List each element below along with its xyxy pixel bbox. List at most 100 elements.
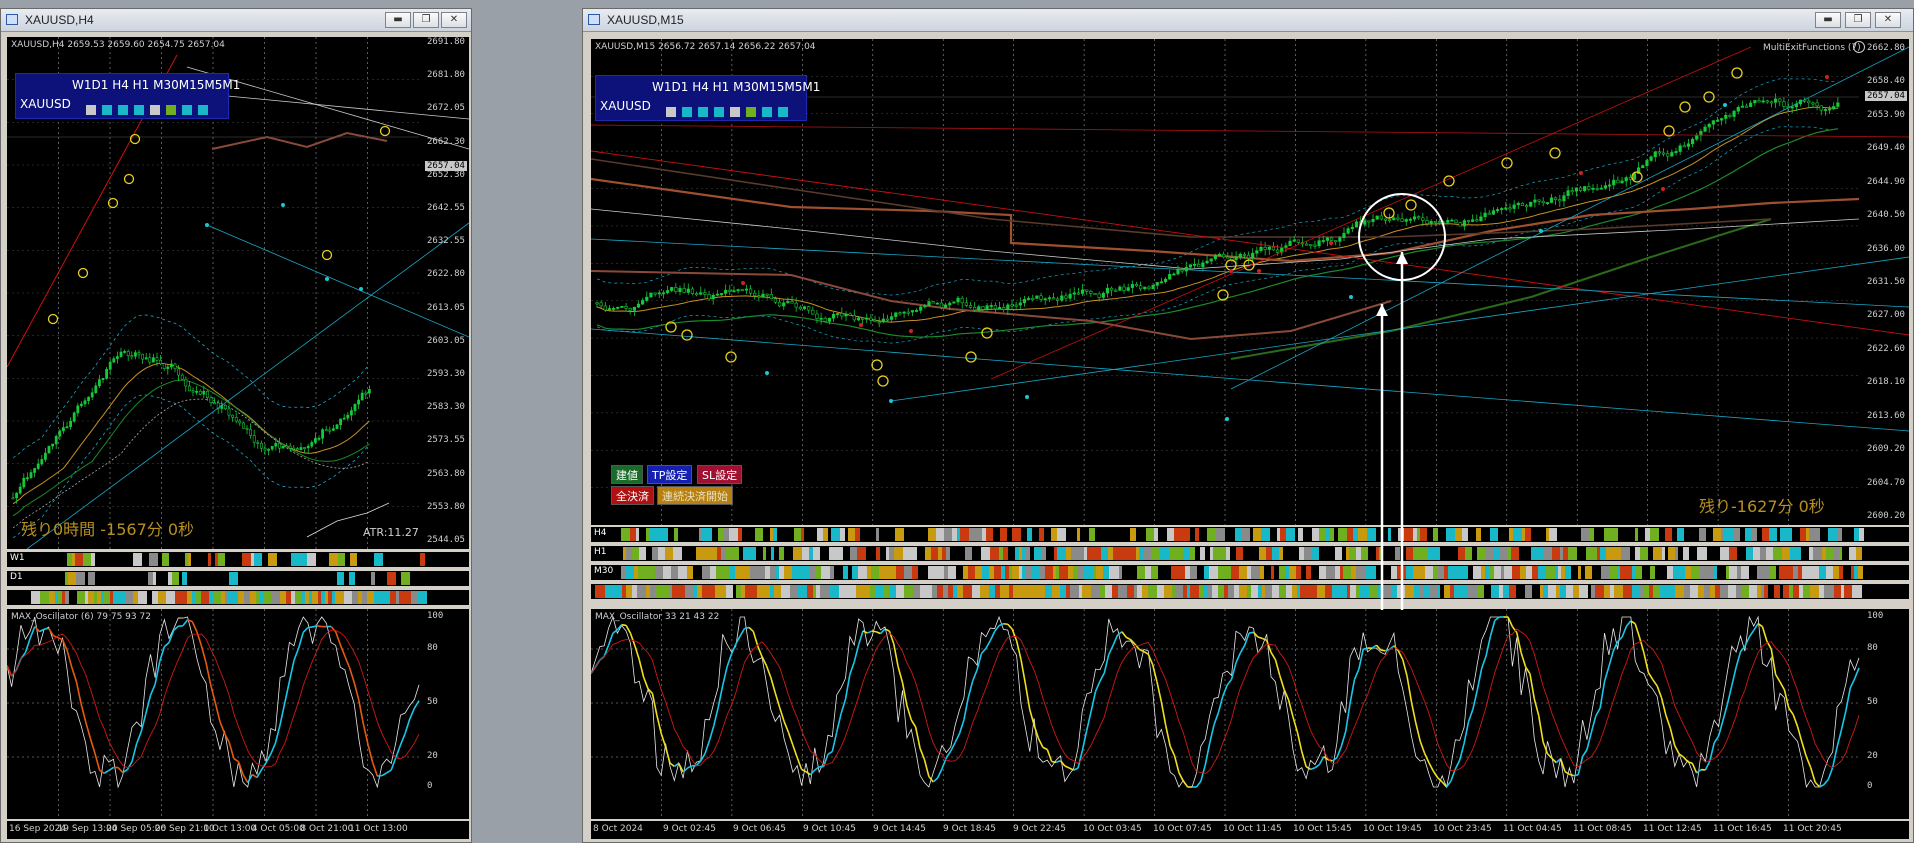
strip-segment — [1462, 528, 1468, 541]
candle-body — [328, 429, 332, 432]
strip-segment — [781, 585, 790, 598]
candle-body — [1404, 219, 1408, 222]
oscillator-main — [145, 695, 152, 714]
minimize-button[interactable]: ▬ — [1815, 12, 1841, 28]
strip-segment — [1513, 528, 1522, 541]
strip-segment — [31, 591, 40, 604]
oscillator-main — [682, 767, 689, 773]
candle-body — [993, 305, 998, 310]
restore-button[interactable]: ❐ — [413, 12, 439, 28]
close-button[interactable]: ✕ — [1875, 12, 1901, 28]
candle-body — [1151, 285, 1155, 290]
strip-segment — [1325, 585, 1332, 598]
strip-segment — [948, 566, 956, 579]
strip-segment — [1251, 585, 1258, 598]
close-all-button[interactable]: 全決済 — [611, 486, 654, 505]
h4-remaining-time: 残り0時間 -1567分 0秒 — [21, 520, 195, 539]
candle-body — [1645, 160, 1649, 166]
strip-segment — [1720, 585, 1728, 598]
strip-segment — [1649, 585, 1653, 598]
strip-segment — [1239, 566, 1247, 579]
strip-segment — [256, 591, 259, 604]
signal-dot — [1825, 75, 1829, 79]
restore-button[interactable]: ❐ — [1845, 12, 1871, 28]
timeframe-square — [698, 106, 708, 117]
oscillator-main — [1380, 649, 1386, 652]
candle-body — [65, 426, 69, 429]
oscillator-main — [1533, 698, 1540, 716]
candle-body — [1089, 291, 1093, 294]
strip-segment — [1298, 528, 1303, 541]
strip-segment — [710, 566, 716, 579]
candle-body — [166, 366, 170, 369]
strip-segment — [937, 585, 943, 598]
strip-segment — [1632, 566, 1636, 579]
close-button[interactable]: ✕ — [441, 12, 467, 28]
candle-body — [765, 293, 769, 296]
candle-body — [1412, 216, 1417, 220]
candle-body — [1354, 221, 1359, 228]
m15-oscillator-panel[interactable]: MAX_Oscillator 33 21 43 22 100 80 50 20 0 — [591, 609, 1909, 819]
strip-segment — [1199, 585, 1203, 598]
strip-segment — [647, 566, 655, 579]
strip-segment — [729, 566, 735, 579]
strip-segment — [1476, 528, 1481, 541]
entry-price-button[interactable]: 建値 — [611, 465, 643, 484]
candle-body — [1529, 201, 1533, 207]
timeframe-square — [166, 104, 176, 115]
h4-window-titlebar[interactable]: XAUUSD,H4 ▬ ❐ ✕ — [1, 9, 471, 32]
strip-segment — [792, 566, 801, 579]
strip-segment — [1001, 566, 1005, 579]
strip-segment — [1531, 547, 1540, 560]
strip-segment — [1604, 528, 1609, 541]
strip-segment — [1177, 547, 1183, 560]
candle-body — [732, 290, 736, 293]
strip-segment — [989, 566, 994, 579]
strip-segment — [1555, 566, 1558, 579]
strip-segment — [862, 585, 865, 598]
candle-body — [1807, 100, 1811, 104]
signal-circle — [379, 125, 391, 137]
strip-segment — [1703, 547, 1707, 560]
strip-segment — [1030, 585, 1036, 598]
strip-segment — [1054, 547, 1057, 560]
strip-segment — [1489, 566, 1494, 579]
candle-body — [923, 305, 927, 308]
strip-segment — [883, 585, 889, 598]
candle-body — [1396, 217, 1400, 220]
candle-body — [1101, 292, 1105, 298]
candle-body — [1607, 184, 1612, 187]
oscillator-main — [1814, 781, 1821, 788]
tp-setting-button[interactable]: TP設定 — [647, 465, 693, 484]
continuous-close-button[interactable]: 連続決済開始 — [657, 486, 733, 505]
strip-segment — [1112, 566, 1115, 579]
strip-segment — [1089, 528, 1095, 541]
minimize-button[interactable]: ▬ — [385, 12, 411, 28]
h4-price-panel[interactable]: XAUUSD,H4 2659.53 2659.60 2654.75 2657.0… — [7, 37, 469, 549]
strip-segment — [1543, 585, 1548, 598]
strip-segment — [291, 591, 295, 604]
sl-setting-button[interactable]: SL設定 — [697, 465, 743, 484]
candle-body — [1392, 217, 1396, 221]
candle-body — [1715, 119, 1720, 122]
candle-body — [101, 378, 105, 380]
oscillator-main — [1086, 710, 1092, 731]
h4-oscillator-panel[interactable]: MAX_Oscillator (6) 79 75 93 72 100 80 50 20… — [7, 609, 469, 819]
m15-window-titlebar[interactable]: XAUUSD,M15 ▬ ❐ ✕ — [583, 9, 1913, 32]
signal-dot — [359, 287, 363, 291]
candle-body — [1765, 100, 1769, 103]
strip-segment — [801, 566, 809, 579]
price-axis-label: 2622.60 — [1867, 343, 1905, 354]
oscillator-main — [1617, 636, 1623, 642]
strip-segment — [1560, 585, 1566, 598]
candle-body — [292, 447, 296, 450]
oscillator-main — [1296, 732, 1303, 752]
oscillator-main — [770, 677, 777, 694]
strip-segment — [858, 566, 867, 579]
strip-segment — [1839, 566, 1843, 579]
m15-price-panel[interactable]: XAUUSD,M15 2656.72 2657.14 2656.22 2657.… — [591, 39, 1909, 525]
oscillator-main — [1081, 730, 1088, 751]
strip-segment — [1015, 547, 1019, 560]
signal-circle — [77, 267, 89, 279]
strip-segment — [1285, 566, 1289, 579]
